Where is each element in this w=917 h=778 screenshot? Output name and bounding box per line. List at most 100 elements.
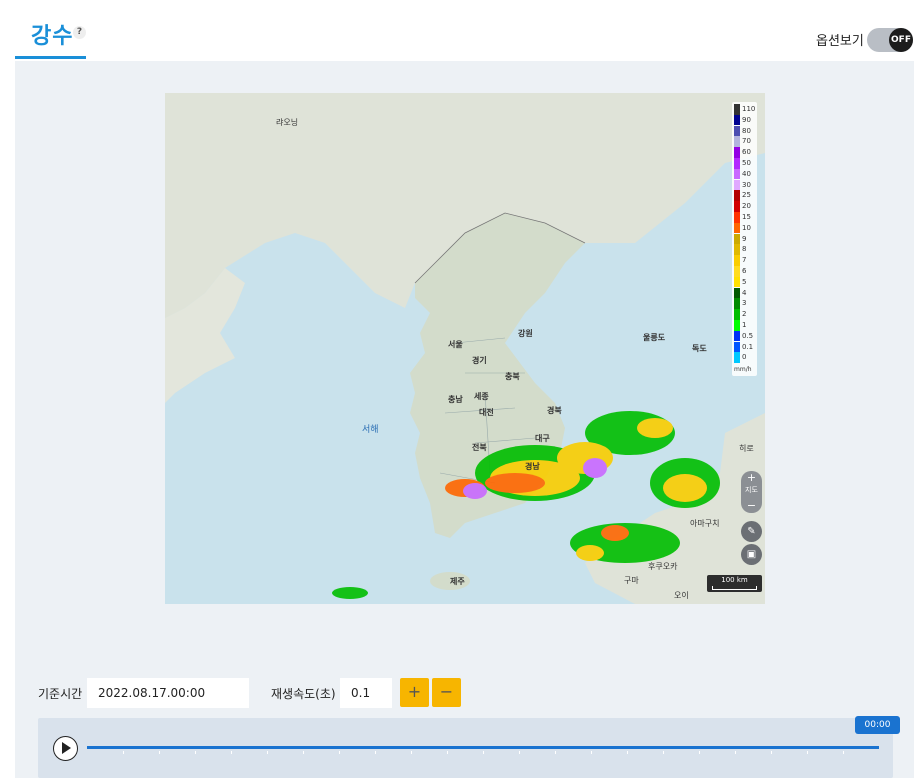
place-label: 대구 [535,434,550,443]
place-label: 전북 [472,443,487,452]
legend-value: 25 [742,191,751,200]
place-label: 후쿠오카 [648,562,678,571]
legend-row: 9 [734,233,756,245]
timeline-tick [123,751,124,754]
option-toggle[interactable]: OFF [867,28,913,52]
help-icon[interactable]: ? [73,26,86,39]
legend-value: 60 [742,148,751,157]
timeline-tick [195,751,196,754]
legend-swatch [734,222,740,234]
place-label: 강원 [518,329,533,338]
map-layer-icon[interactable]: ▣ [741,544,762,565]
base-time-input[interactable] [87,678,249,708]
legend-swatch [734,147,740,158]
timeline-tick [771,751,772,754]
legend-swatch [734,255,740,266]
timeline-tick [591,751,592,754]
legend-row: 80 [734,125,756,137]
place-label: 경남 [525,462,540,471]
legend-row: 0.5 [734,330,756,342]
base-time-label: 기준시간 [38,687,83,701]
legend-swatch [734,201,740,212]
legend-swatch [734,168,740,180]
timeline-tick [519,751,520,754]
legend-row: 7 [734,255,756,266]
legend-value: 4 [742,288,747,297]
legend-row: 40 [734,168,756,180]
timeline-tick [231,751,232,754]
legend-swatch [734,341,740,353]
legend-swatch [734,104,740,115]
legend-swatch [734,330,740,342]
timeline-tick [411,751,412,754]
legend-swatch [734,136,740,147]
legend-row: 0.1 [734,341,756,353]
timeline-tick [339,751,340,754]
legend-row: 20 [734,201,756,212]
legend-swatch [734,114,740,126]
place-label: 경북 [547,406,562,415]
place-label: 랴오닝 [276,118,299,127]
legend-value: 3 [742,299,747,308]
zoom-in-button[interactable]: + [741,471,762,485]
timeline-track[interactable] [87,746,879,754]
tab-precipitation[interactable]: 강수 ? [15,0,86,59]
place-label: 아마구치 [690,519,720,528]
place-label: 제주 [450,577,465,586]
speed-input[interactable] [340,678,392,708]
legend-row: 60 [734,147,756,158]
legend-row: 10 [734,222,756,234]
legend-swatch [734,233,740,245]
legend-row: 0 [734,352,756,363]
legend-value: 0.5 [742,331,754,340]
legend-swatch [734,266,740,277]
legend-row: 2 [734,309,756,320]
legend-row: 50 [734,158,756,169]
speed-minus-button[interactable]: − [432,678,461,707]
legend-value: 6 [742,267,747,275]
legend-value: 9 [742,234,747,243]
legend-row: 30 [734,179,756,191]
place-label: 구마 [624,576,639,585]
zoom-control: + 지도 − [741,471,762,513]
legend-row: 15 [734,212,756,223]
legend-value: 10 [742,223,751,232]
ruler-icon[interactable]: ✎ [741,521,762,542]
scale-label: 100 km [721,576,748,584]
legend-value: 80 [742,126,751,135]
timeline-tick [699,751,700,754]
option-label: 옵션보기 [816,34,864,49]
place-label: 오이 [674,591,689,600]
place-label: 히로 [739,444,754,453]
legend-swatch [734,287,740,299]
legend-row: 90 [734,114,756,126]
legend-value: 50 [742,159,751,167]
legend-swatch [734,125,740,137]
legend-row: 25 [734,190,756,201]
place-label: 서울 [448,340,463,349]
legend-value: 8 [742,245,747,254]
app-root: 강수 ? 옵션보기 OFF 랴오닝 강원 경기 서울 울릉도 독도 충북 충남 … [0,0,917,778]
legend-unit: mm/h [734,366,752,373]
legend-row: 4 [734,287,756,299]
page-title: 강수 [31,24,74,49]
timeline-tick [267,751,268,754]
legend-row: 70 [734,136,756,147]
legend-value: 20 [742,202,751,211]
zoom-out-button[interactable]: − [741,499,762,513]
timeline-tick [627,751,628,754]
legend-row: 3 [734,298,756,309]
legend-value: 40 [742,169,751,178]
legend-swatch [734,320,740,331]
place-label: 서해 [362,425,379,435]
radar-map[interactable]: 랴오닝 강원 경기 서울 울릉도 독도 충북 충남 세종 대전 경북 서해 전북… [165,93,765,604]
play-icon[interactable] [53,736,78,761]
scale-bar: 100 km [707,575,762,592]
legend-value: 5 [742,277,747,286]
place-label: 충북 [505,372,520,381]
timeline-tick [807,751,808,754]
time-badge: 00:00 [855,716,900,734]
speed-plus-button[interactable]: + [400,678,429,707]
legend-row: 110 [734,104,756,115]
map-canvas [165,93,765,604]
